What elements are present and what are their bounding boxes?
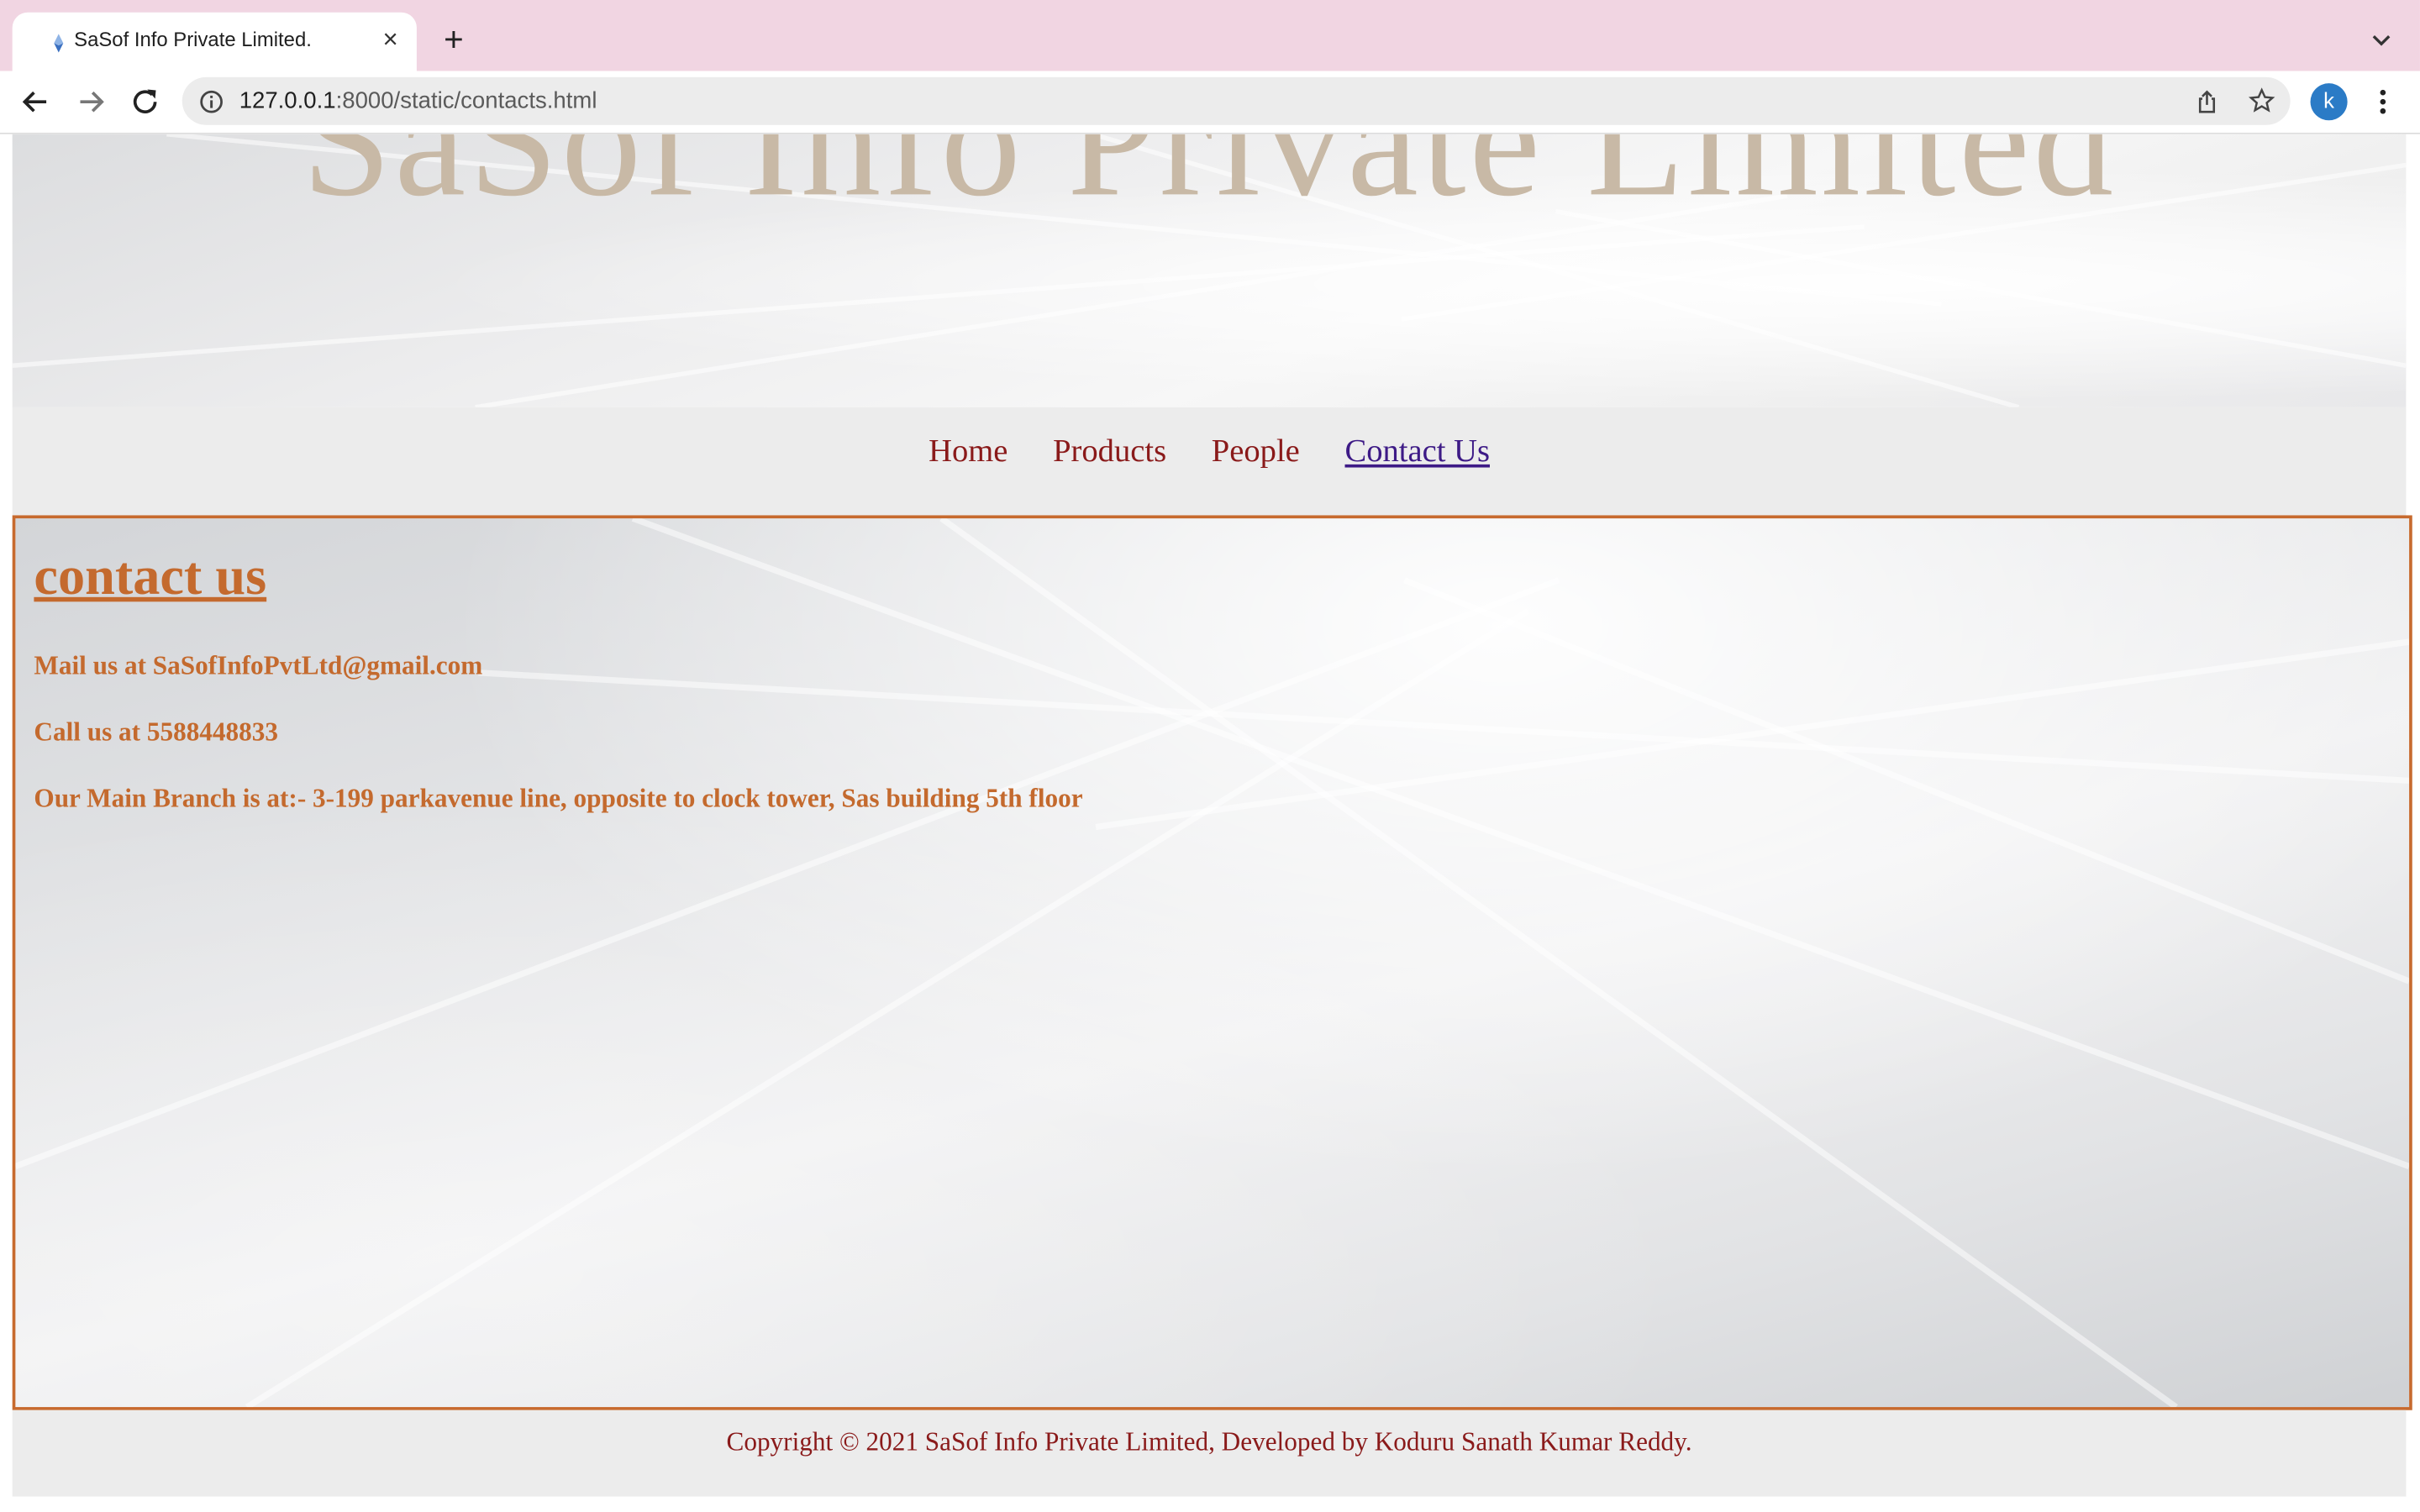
info-icon[interactable] — [197, 88, 225, 116]
share-icon[interactable] — [2193, 88, 2221, 116]
header-banner: SaSof Info Private Limited — [12, 134, 2407, 407]
footer-copyright: Copyright © 2021 SaSof Info Private Limi… — [726, 1426, 1692, 1457]
nav-link-people[interactable]: People — [1212, 432, 1300, 470]
url-host: 127.0.0.1 — [239, 87, 336, 114]
contact-heading: contact us — [34, 546, 267, 606]
contact-section: contact us Mail us at SaSofInfoPvtLtd@gm… — [12, 515, 2412, 1410]
nav-link-contact-us[interactable]: Contact Us — [1345, 432, 1490, 470]
nav-list: Home Products People Contact Us — [13, 432, 2407, 470]
page-footer: Copyright © 2021 SaSof Info Private Limi… — [12, 1410, 2407, 1497]
tab-title: SaSof Info Private Limited. — [74, 28, 312, 51]
forward-arrow-icon[interactable] — [72, 83, 109, 120]
browser-tab[interactable]: SaSof Info Private Limited. × — [12, 12, 417, 71]
kebab-menu-icon[interactable] — [2369, 83, 2396, 120]
back-arrow-icon[interactable] — [17, 83, 54, 120]
nav-link-home[interactable]: Home — [929, 432, 1007, 470]
page-body: SaSof Info Private Limited Home Products… — [12, 134, 2412, 1512]
close-tab-icon[interactable]: × — [376, 25, 404, 54]
profile-avatar[interactable]: k — [2310, 83, 2348, 121]
address-bar[interactable]: 127.0.0.1:8000/static/contacts.html — [182, 76, 2291, 125]
url-text[interactable]: 127.0.0.1:8000/static/contacts.html — [239, 88, 597, 114]
bookmark-star-icon[interactable] — [2247, 87, 2276, 116]
browser-window: SaSof Info Private Limited. × + 127.0.0.… — [0, 0, 2420, 1512]
main-navigation: Home Products People Contact Us — [12, 407, 2407, 516]
url-path: :8000/static/contacts.html — [335, 87, 597, 114]
contact-address-text: Our Main Branch is at:- 3-199 parkavenue… — [34, 784, 1083, 813]
site-title: SaSof Info Private Limited — [302, 134, 2117, 230]
browser-toolbar: 127.0.0.1:8000/static/contacts.html k — [0, 71, 2420, 134]
tab-search-chevron-icon[interactable] — [2367, 26, 2395, 54]
new-tab-button[interactable]: + — [437, 23, 471, 57]
nav-link-products[interactable]: Products — [1053, 432, 1166, 470]
contact-phone-text: Call us at 5588448833 — [34, 717, 279, 747]
reload-icon[interactable] — [127, 83, 164, 120]
web-page: SaSof Info Private Limited Home Products… — [0, 134, 2420, 1512]
tab-strip: SaSof Info Private Limited. × + — [0, 0, 2420, 71]
site-favicon-icon — [54, 34, 64, 53]
contact-email-text: Mail us at SaSofInfoPvtLtd@gmail.com — [34, 651, 483, 680]
